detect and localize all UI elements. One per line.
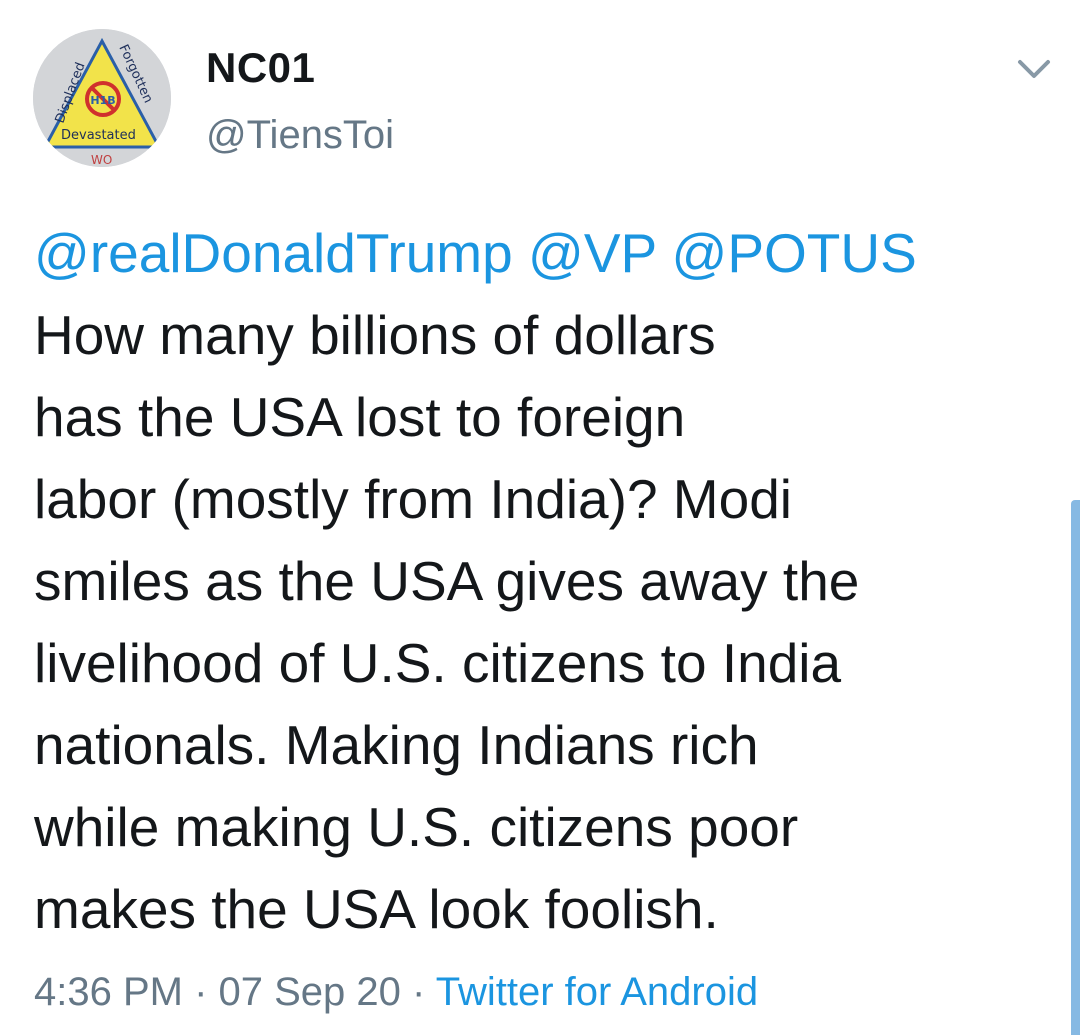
tweet-line: livelihood of U.S. citizens to India (34, 632, 842, 694)
meta-separator: · (182, 970, 219, 1014)
tweet-line: How many billions of dollars (34, 304, 716, 366)
svg-text:H1B: H1B (90, 94, 115, 107)
meta-separator: · (400, 970, 436, 1014)
tweet-line: makes the USA look foolish. (34, 878, 719, 940)
tweet-header: H1B Displaced Forgotten Devastated WO NC… (0, 0, 1080, 190)
tweet-line: labor (mostly from India)? Modi (34, 468, 793, 530)
tweet-line: while making U.S. citizens poor (34, 796, 799, 858)
tweet-text: @realDonaldTrump @VP @POTUS How many bil… (34, 212, 1044, 950)
avatar-image: H1B Displaced Forgotten Devastated WO (33, 29, 171, 167)
scrollbar[interactable] (1071, 500, 1080, 1035)
chevron-down-icon[interactable] (1012, 50, 1056, 86)
tweet-metadata: 4:36 PM · 07 Sep 20 · Twitter for Androi… (34, 970, 758, 1015)
avatar[interactable]: H1B Displaced Forgotten Devastated WO (33, 29, 171, 167)
display-name[interactable]: NC01 (206, 44, 315, 92)
tweet-line: smiles as the USA gives away the (34, 550, 860, 612)
mention-potus[interactable]: @POTUS (671, 222, 916, 284)
svg-text:WO: WO (91, 153, 112, 167)
tweet-line: nationals. Making Indians rich (34, 714, 759, 776)
tweet-source[interactable]: Twitter for Android (436, 970, 758, 1014)
tweet-time[interactable]: 4:36 PM (34, 970, 183, 1014)
mention-vp[interactable]: @VP (528, 222, 656, 284)
tweet-line: has the USA lost to foreign (34, 386, 686, 448)
svg-text:Devastated: Devastated (61, 128, 136, 143)
mention-line: @realDonaldTrump @VP @POTUS (34, 212, 1044, 294)
user-handle[interactable]: @TiensToi (206, 113, 394, 158)
tweet-date[interactable]: 07 Sep 20 (219, 970, 401, 1014)
mention-realdonaldtrump[interactable]: @realDonaldTrump (34, 222, 513, 284)
